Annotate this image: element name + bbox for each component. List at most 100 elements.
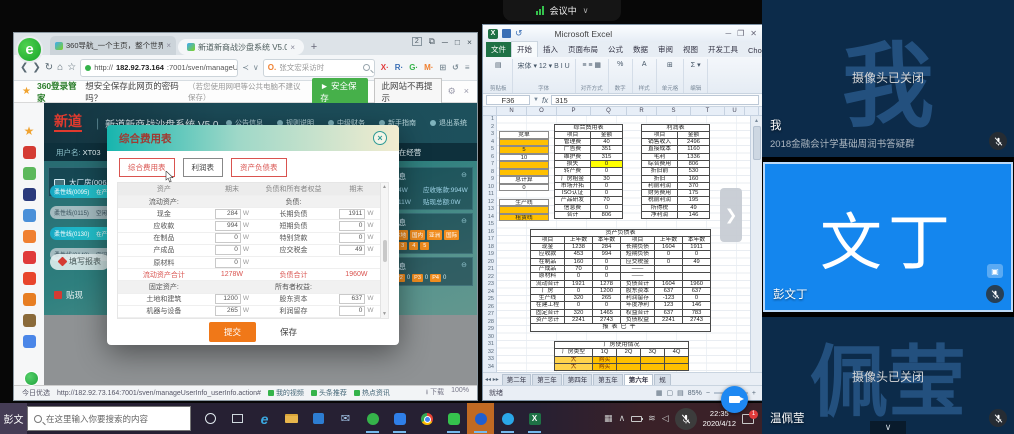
ribbon-tab[interactable]: 页面布局 xyxy=(563,42,603,57)
page-nav-item[interactable]: 退出系统 xyxy=(430,118,467,128)
tray-apps-icon[interactable]: ▦ xyxy=(604,413,613,424)
ribbon-group[interactable]: A样式 xyxy=(633,59,657,93)
expense-table[interactable]: 综合费用表项目金额管理费40广告费351维护费315损失0转产费0厂房租金30市… xyxy=(554,124,623,220)
sheet-cell[interactable]: 竞单 xyxy=(499,131,549,139)
favorites-star-icon[interactable]: ★ xyxy=(23,125,36,138)
value-input[interactable]: 284 xyxy=(215,209,241,219)
row-header[interactable]: 23 xyxy=(483,281,496,289)
row-header[interactable]: 18 xyxy=(483,244,496,252)
excel-icon[interactable]: X xyxy=(521,403,548,434)
value-input[interactable]: 0 xyxy=(215,233,241,243)
column-header[interactable]: S xyxy=(657,107,691,115)
row-header[interactable]: 13 xyxy=(483,206,496,214)
value-input[interactable]: 0 xyxy=(339,221,365,231)
new-tab-button[interactable]: + xyxy=(306,39,322,55)
excel-close-button[interactable]: ✕ xyxy=(750,29,757,38)
market-icon[interactable]: M· xyxy=(424,63,433,72)
shortcut-lightblue-icon[interactable] xyxy=(23,335,36,348)
meeting-status-pill[interactable]: 会议中 ∨ xyxy=(503,0,621,21)
browser-tab[interactable]: 新道新商战沙盘系统 V5.0× xyxy=(178,39,304,55)
scroll-up-icon[interactable]: ▴ xyxy=(755,117,758,124)
status-link[interactable]: 我的视频 xyxy=(268,388,304,398)
row-header[interactable]: 7 xyxy=(483,161,496,169)
store-icon[interactable] xyxy=(305,403,332,434)
column-header[interactable]: R xyxy=(627,107,657,115)
shortcut-orange-icon[interactable] xyxy=(23,230,36,243)
ribbon-tab[interactable]: 插入 xyxy=(538,42,563,57)
modal-tab[interactable]: 资产负债表 xyxy=(231,158,287,177)
phone-icon[interactable] xyxy=(494,403,521,434)
value-input[interactable]: 265 xyxy=(215,306,241,316)
sheet-cell[interactable]: 生产线 xyxy=(499,199,549,207)
shortcut-brown-icon[interactable] xyxy=(23,314,36,327)
image-icon[interactable]: ▣ xyxy=(987,264,1003,278)
explorer-icon[interactable] xyxy=(278,403,305,434)
mail-icon[interactable]: ✉ xyxy=(332,403,359,434)
ribbon-group[interactable]: %数字 xyxy=(609,59,633,93)
value-input[interactable]: 1911 xyxy=(339,209,365,219)
sheet-cell[interactable] xyxy=(499,139,549,147)
undo-icon[interactable]: ↺ xyxy=(515,28,523,39)
row-header[interactable]: 12 xyxy=(483,199,496,207)
shortcut-blue-icon[interactable] xyxy=(23,209,36,222)
game-icon[interactable]: G· xyxy=(409,63,418,72)
sheet-tab[interactable]: 第五年 xyxy=(593,374,623,385)
row-header[interactable]: 26 xyxy=(483,304,496,312)
row-header[interactable]: 1 xyxy=(483,116,496,124)
collapse-chevron-icon[interactable]: ∨ xyxy=(870,421,906,434)
meeting-tile[interactable]: 文丁彭文丁▣ xyxy=(763,162,1013,312)
formula-input[interactable]: 315 xyxy=(551,95,759,105)
meeting-tile[interactable]: 我摄像头已关闭我2018金融会计学基础周润书答疑群 xyxy=(762,0,1014,157)
notification-icon[interactable]: 1 xyxy=(742,414,754,424)
column-header[interactable]: N xyxy=(497,107,527,115)
browser-360-logo-icon[interactable]: e xyxy=(16,36,43,63)
scroll-down-icon[interactable]: ▼ xyxy=(382,311,387,317)
browser-tab[interactable]: 360导航_一个主页，整个世界× xyxy=(50,36,176,55)
row-header[interactable]: 2 xyxy=(483,124,496,132)
url-input[interactable]: http://182.92.73.164:7001/sven/manageUse… xyxy=(80,59,238,77)
float-helper-icon[interactable] xyxy=(24,371,39,386)
ribbon-tab[interactable]: 开发工具 xyxy=(703,42,743,57)
row-header[interactable]: 31 xyxy=(483,341,496,349)
meeting-tile[interactable]: 佩莹摄像头已关闭温佩莹∨ xyxy=(762,317,1014,434)
status-label[interactable]: 今日优选 xyxy=(22,388,50,398)
status-link[interactable]: 热点资讯 xyxy=(354,388,390,398)
row-header[interactable]: 3 xyxy=(483,131,496,139)
row-header[interactable]: 11 xyxy=(483,191,496,199)
sheet-tab[interactable]: 第二年 xyxy=(502,374,532,385)
value-input[interactable]: 637 xyxy=(339,294,365,304)
collapse-icon[interactable]: ⊖ xyxy=(461,171,467,182)
scroll-up-icon[interactable]: ▲ xyxy=(382,184,387,190)
volume-icon[interactable]: ◁ xyxy=(662,413,669,424)
share-icon[interactable]: ≺ xyxy=(242,63,249,72)
download-label[interactable]: ⭳ 下载 xyxy=(426,387,444,399)
shortcut-crimson-icon[interactable] xyxy=(23,251,36,264)
row-header[interactable]: 15 xyxy=(483,221,496,229)
column-header[interactable]: O xyxy=(527,107,557,115)
row-header[interactable]: 28 xyxy=(483,319,496,327)
collapse-icon[interactable]: ⊖ xyxy=(461,217,467,228)
row-header[interactable]: 24 xyxy=(483,289,496,297)
meeting-float-button[interactable] xyxy=(721,386,748,413)
wechat-icon[interactable] xyxy=(440,403,467,434)
apps-grid-icon[interactable]: ⊞ xyxy=(439,63,446,72)
ribbon-tab[interactable]: 数据 xyxy=(628,42,653,57)
meeting-app-icon[interactable] xyxy=(467,403,494,434)
taskview-icon[interactable] xyxy=(224,403,251,434)
row-header[interactable]: 5 xyxy=(483,146,496,154)
notes-icon[interactable]: R· xyxy=(395,63,403,72)
value-input[interactable]: 1200 xyxy=(215,294,241,304)
row-header[interactable]: 27 xyxy=(483,311,496,319)
ribbon-tab[interactable]: 公式 xyxy=(603,42,628,57)
sheet-cell[interactable]: 5 xyxy=(499,146,549,154)
mic-muted-icon[interactable] xyxy=(986,285,1004,303)
ribbon-group[interactable]: ≡ ≡ ▦对齐方式 xyxy=(576,59,609,93)
column-header[interactable]: Q xyxy=(591,107,627,115)
session-count-badge[interactable]: 2 xyxy=(412,37,422,46)
maximize-button[interactable]: □ xyxy=(455,37,460,47)
row-header[interactable]: 22 xyxy=(483,274,496,282)
view-normal-icon[interactable]: ▦ xyxy=(656,389,663,397)
save-button[interactable]: 保存 xyxy=(280,326,297,338)
name-box[interactable]: F36 xyxy=(486,95,530,105)
row-header[interactable]: 9 xyxy=(483,176,496,184)
